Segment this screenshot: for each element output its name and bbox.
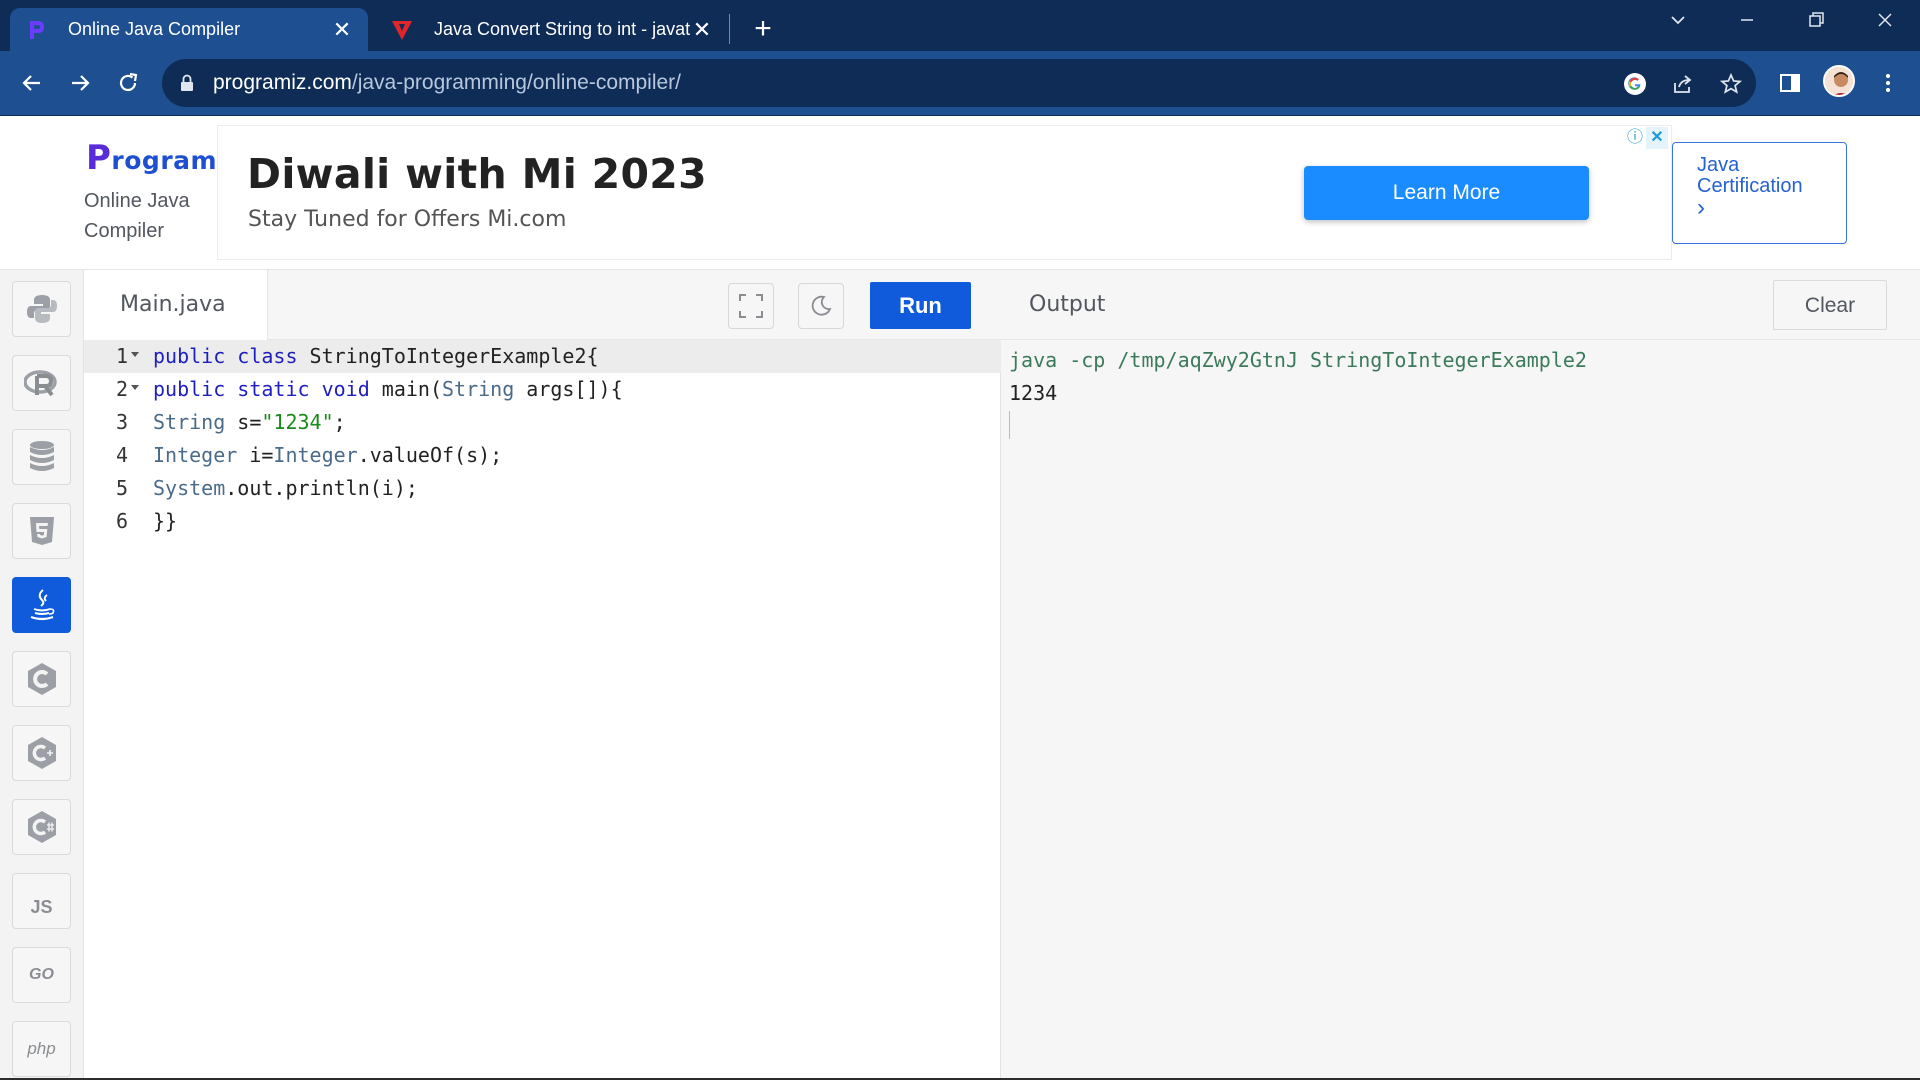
- go-language-button[interactable]: GO: [12, 947, 71, 1003]
- adchoices[interactable]: ⓘ ✕: [1624, 127, 1671, 149]
- ad-close-icon[interactable]: ✕: [1646, 127, 1668, 149]
- url-host: programiz.com: [213, 71, 352, 94]
- java-icon: [30, 589, 54, 621]
- tab-title: Java Convert String to int - javatpoint: [434, 19, 690, 39]
- php-language-button[interactable]: php: [12, 1021, 71, 1077]
- moon-icon: [811, 295, 832, 316]
- tab-online-java-compiler[interactable]: Online Java Compiler ✕: [10, 8, 368, 51]
- close-tab-icon[interactable]: ✕: [690, 17, 714, 42]
- restore-window-icon[interactable]: [1786, 6, 1846, 40]
- java-language-button[interactable]: [12, 577, 71, 633]
- profile-avatar[interactable]: [1823, 65, 1855, 97]
- ad-headline: Diwali with Mi 2023: [247, 150, 707, 198]
- cpp-language-button[interactable]: [12, 725, 71, 781]
- javascript-icon: JS: [30, 896, 53, 917]
- code-line[interactable]: 1 public class StringToIntegerExample2{: [84, 340, 1001, 373]
- output-result: 1234: [1009, 381, 1058, 405]
- share-icon[interactable]: [1670, 71, 1696, 97]
- browser-tab-strip: Online Java Compiler ✕ Java Convert Stri…: [0, 0, 1920, 51]
- tab-separator: [729, 14, 730, 44]
- tab-title: Online Java Compiler: [68, 19, 241, 39]
- reload-icon[interactable]: [110, 65, 146, 101]
- code-line[interactable]: 3 String s="1234";: [84, 406, 1001, 439]
- fullscreen-icon: [739, 294, 763, 318]
- code-line[interactable]: 5 System.out.println(i);: [84, 472, 1001, 505]
- learn-more-button[interactable]: Learn More: [1304, 166, 1589, 220]
- python-icon: [26, 295, 57, 323]
- database-icon: [29, 441, 54, 471]
- close-window-icon[interactable]: [1855, 6, 1915, 40]
- code-line[interactable]: 2 public static void main(String args[])…: [84, 373, 1001, 406]
- tab-javatpoint[interactable]: Java Convert String to int - javatpoint …: [376, 8, 728, 51]
- adchoices-info-icon[interactable]: ⓘ: [1624, 127, 1646, 149]
- code-line-text: Integer i=Integer.valueOf(s);: [153, 443, 503, 467]
- csharp-language-button[interactable]: [12, 799, 71, 855]
- file-tab-main-java[interactable]: Main.java: [84, 270, 268, 340]
- google-icon[interactable]: [1622, 71, 1648, 97]
- clear-button[interactable]: Clear: [1773, 280, 1887, 330]
- code-line[interactable]: 4 Integer i=Integer.valueOf(s);: [84, 439, 1001, 472]
- close-tab-icon[interactable]: ✕: [330, 17, 354, 42]
- bookmark-star-icon[interactable]: [1718, 71, 1744, 97]
- browser-toolbar: programiz.com/java-programming/online-co…: [0, 51, 1920, 116]
- editor-toolbar: Main.java Run: [84, 270, 1001, 340]
- code-line-text: String s="1234";: [153, 410, 346, 434]
- java-certification-link[interactable]: Java Certification ›: [1672, 142, 1847, 244]
- code-line-text: }}: [153, 509, 178, 533]
- html5-icon: [29, 517, 54, 545]
- php-icon: php: [27, 1039, 56, 1058]
- sql-language-button[interactable]: [12, 429, 71, 485]
- code-line-text: public static void main(String args[]){: [153, 377, 623, 401]
- c-icon: [27, 663, 56, 695]
- new-tab-button[interactable]: +: [746, 12, 780, 46]
- url-text[interactable]: programiz.com/java-programming/online-co…: [213, 71, 681, 95]
- fold-arrow-icon[interactable]: [131, 352, 139, 357]
- programiz-favicon-icon: [30, 20, 44, 39]
- fold-arrow-icon[interactable]: [131, 385, 139, 390]
- output-command: java -cp /tmp/aqZwy2GtnJ StringToInteger…: [1009, 348, 1587, 372]
- code-editor[interactable]: 1 public class StringToIntegerExample2{ …: [84, 340, 1001, 1080]
- javatpoint-favicon-icon: [392, 20, 412, 40]
- code-line-text: System.out.println(i);: [153, 476, 418, 500]
- c-language-button[interactable]: [12, 651, 71, 707]
- r-language-button[interactable]: [12, 355, 71, 411]
- html-language-button[interactable]: [12, 503, 71, 559]
- chevron-right-icon: ›: [1697, 194, 1705, 221]
- r-icon: [23, 370, 57, 397]
- python-language-button[interactable]: [12, 281, 71, 337]
- lock-icon[interactable]: [180, 74, 194, 92]
- back-arrow-icon[interactable]: [14, 65, 50, 101]
- language-sidebar: JS GO php: [0, 270, 84, 1080]
- address-bar[interactable]: programiz.com/java-programming/online-co…: [162, 59, 1756, 107]
- output-cursor: [1009, 411, 1010, 439]
- side-panel-icon[interactable]: [1774, 67, 1806, 99]
- csharp-icon: [27, 811, 56, 843]
- output-toolbar: Output Clear: [1001, 270, 1920, 340]
- code-line-text: public class StringToIntegerExample2{: [153, 344, 599, 368]
- javascript-language-button[interactable]: JS: [12, 873, 71, 929]
- ad-tagline: Stay Tuned for Offers Mi.com: [248, 207, 567, 232]
- output-console[interactable]: java -cp /tmp/aqZwy2GtnJ StringToInteger…: [1001, 340, 1920, 1080]
- dark-mode-toggle[interactable]: [798, 283, 844, 329]
- page-subtitle: Online Java Compiler: [84, 190, 190, 242]
- run-button[interactable]: Run: [870, 282, 971, 329]
- browser-menu-icon[interactable]: [1872, 67, 1904, 99]
- advertisement-banner[interactable]: Diwali with Mi 2023 Stay Tuned for Offer…: [217, 125, 1672, 260]
- minimize-window-icon[interactable]: [1717, 6, 1777, 40]
- output-title: Output: [1029, 292, 1106, 317]
- tab-search-icon[interactable]: [1648, 6, 1708, 40]
- url-path: /java-programming/online-compiler/: [351, 71, 682, 94]
- go-icon: GO: [29, 966, 54, 983]
- cpp-icon: [27, 737, 56, 769]
- fullscreen-button[interactable]: [728, 283, 774, 329]
- forward-arrow-icon[interactable]: [62, 65, 98, 101]
- code-line[interactable]: 6 }}: [84, 505, 1001, 538]
